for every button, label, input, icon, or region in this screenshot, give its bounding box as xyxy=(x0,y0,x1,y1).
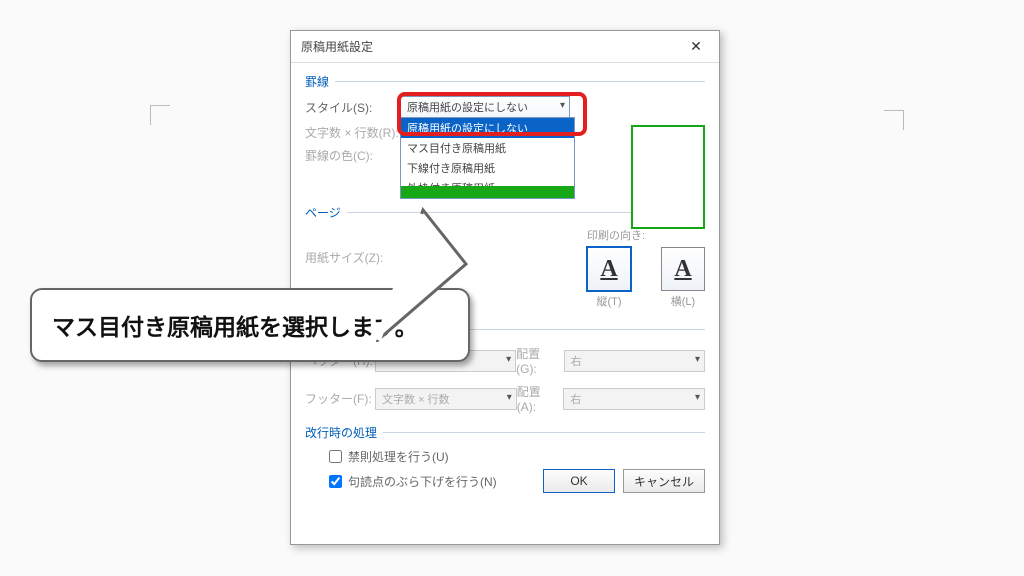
instruction-callout: マス目付き原稿用紙を選択します。 xyxy=(30,288,470,362)
close-button[interactable]: ✕ xyxy=(679,36,713,58)
chars-label: 文字数 × 行数(R): xyxy=(305,124,400,141)
portrait-icon: A xyxy=(600,256,617,283)
group-linebreak-label: 改行時の処理 xyxy=(305,424,377,441)
landscape-icon: A xyxy=(674,256,691,283)
dialog-buttons: OK キャンセル xyxy=(543,469,705,493)
style-combo-value: 原稿用紙の設定にしない xyxy=(407,99,528,115)
header-align-value: 右 xyxy=(571,353,582,369)
kinsoku-checkbox-row[interactable]: 禁則処理を行う(U) xyxy=(325,447,705,466)
footer-combo-value: 文字数 × 行数 xyxy=(382,391,450,407)
cancel-button[interactable]: キャンセル xyxy=(623,469,705,493)
orientation-portrait-label: 縦(T) xyxy=(596,293,621,309)
orientation-landscape-label: 横(L) xyxy=(671,293,695,309)
orientation-portrait[interactable]: A 縦(T) xyxy=(587,247,631,309)
header-align-combo[interactable]: 右 xyxy=(564,350,705,372)
style-option-grid[interactable]: マス目付き原稿用紙 xyxy=(401,138,574,158)
dialog-title: 原稿用紙設定 xyxy=(301,38,373,55)
preview-pane xyxy=(631,125,705,229)
orientation-landscape[interactable]: A 横(L) xyxy=(661,247,705,309)
orientation-group: A 縦(T) A 横(L) xyxy=(587,247,705,309)
group-ruled: 罫線 xyxy=(305,73,705,90)
style-label: スタイル(S): xyxy=(305,99,400,116)
style-combo[interactable]: 原稿用紙の設定にしない xyxy=(400,96,570,118)
style-option-none[interactable]: 原稿用紙の設定にしない xyxy=(401,118,574,138)
group-linebreak: 改行時の処理 xyxy=(305,424,705,441)
burasage-label: 句読点のぶら下げを行う(N) xyxy=(348,473,497,490)
style-row: スタイル(S): 原稿用紙の設定にしない 原稿用紙の設定にしない マス目付き原稿… xyxy=(305,96,705,118)
footer-align-combo[interactable]: 右 xyxy=(563,388,705,410)
style-option-underline[interactable]: 下線付き原稿用紙 xyxy=(401,158,574,178)
footer-align-value: 右 xyxy=(570,391,581,407)
kinsoku-checkbox[interactable] xyxy=(329,450,342,463)
ok-button[interactable]: OK xyxy=(543,469,615,493)
kinsoku-label: 禁則処理を行う(U) xyxy=(348,448,449,465)
footer-align-label: 配置(A): xyxy=(517,383,557,414)
orient-label: 印刷の向き: xyxy=(587,227,705,243)
callout-tail-icon xyxy=(318,202,478,342)
close-icon: ✕ xyxy=(690,38,702,55)
color-swatch-bar xyxy=(401,186,574,198)
group-ruled-label: 罫線 xyxy=(305,73,329,90)
footer-row: フッター(F): 文字数 × 行数 配置(A): 右 xyxy=(305,383,705,414)
header-align-label: 配置(G): xyxy=(516,345,558,376)
footer-combo[interactable]: 文字数 × 行数 xyxy=(375,388,517,410)
style-dropdown: 原稿用紙の設定にしない マス目付き原稿用紙 下線付き原稿用紙 外枠付き原稿用紙 xyxy=(400,117,575,199)
footer-label: フッター(F): xyxy=(305,390,375,407)
color-label: 罫線の色(C): xyxy=(305,147,400,164)
dialog-titlebar: 原稿用紙設定 ✕ xyxy=(291,31,719,63)
burasage-checkbox[interactable] xyxy=(329,475,342,488)
